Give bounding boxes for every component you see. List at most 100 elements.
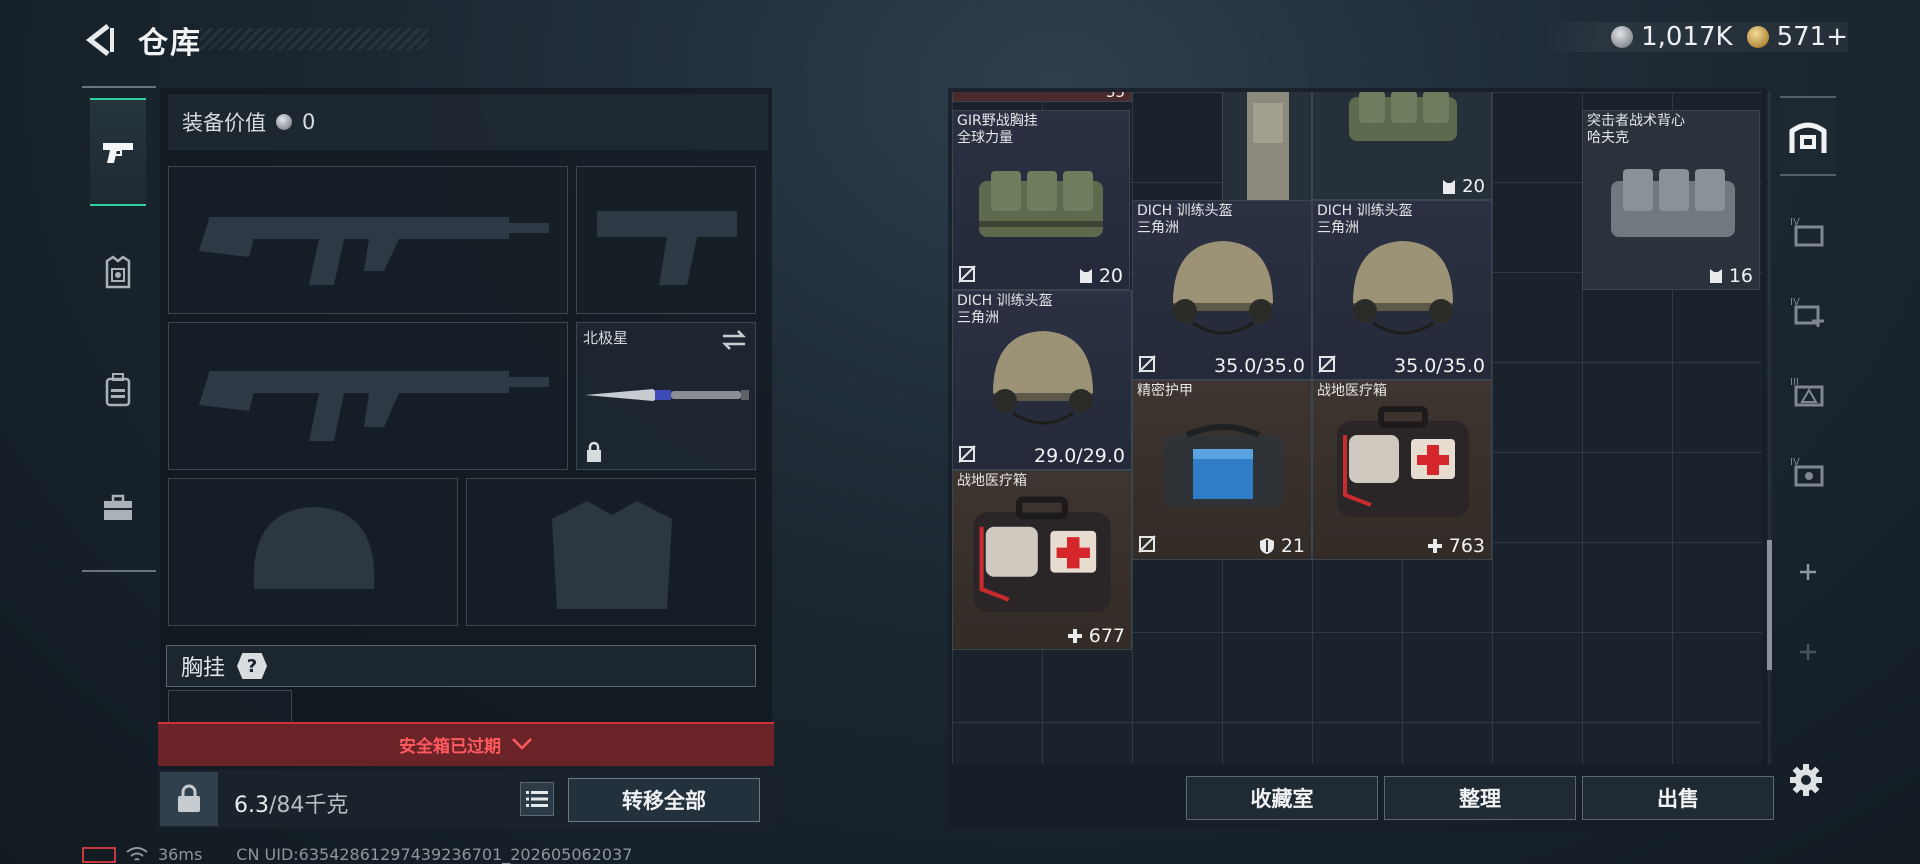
tab-case[interactable] — [90, 454, 146, 562]
tab-armor[interactable] — [90, 218, 146, 326]
uid-text: CN UID:63542861297439236701_202605062037 — [236, 845, 633, 864]
item-value: 677 — [1067, 625, 1125, 647]
organize-button[interactable]: 整理 — [1384, 776, 1576, 820]
warehouse-icon — [1789, 122, 1827, 153]
backpack-icon — [105, 373, 131, 407]
pistol-icon — [103, 143, 133, 163]
plus-icon — [1800, 644, 1816, 660]
camera-iv-icon: IV — [1790, 457, 1824, 487]
padlock-icon — [178, 784, 200, 812]
battery-icon — [82, 846, 116, 863]
partial-item-value: 35 — [1105, 92, 1125, 101]
item-dich-helmet-1[interactable]: DICH 训练头盔 三角洲 35.0/35.0 — [1132, 200, 1312, 380]
item-durability: 35.0/35.0 — [1213, 355, 1305, 377]
lock-icon — [587, 441, 601, 462]
item-durability: 29.0/29.0 — [1033, 445, 1125, 467]
tab-storage-iv-3[interactable]: IV — [1780, 432, 1836, 512]
transfer-all-button[interactable]: 转移全部 — [568, 778, 760, 822]
gold-coin-icon — [1746, 26, 1769, 48]
equipment-value: 0 — [302, 110, 316, 134]
settings-button[interactable] — [1788, 762, 1824, 802]
helmet-slot[interactable] — [168, 478, 458, 626]
rifle-silhouette-icon — [199, 217, 549, 285]
body-armor-slot[interactable] — [466, 478, 756, 626]
equipment-value-row: 装备价值 0 — [168, 94, 768, 150]
partial-item-top[interactable]: 35 — [952, 92, 1132, 102]
safebox-expired-bar[interactable]: 安全箱已过期 — [158, 722, 774, 766]
add-storage-button-disabled[interactable] — [1780, 612, 1836, 692]
chest-rig-label: 胸挂 — [181, 656, 226, 681]
back-arrow-icon — [85, 24, 114, 56]
vest-silhouette-icon — [552, 501, 672, 609]
wifi-icon — [126, 846, 148, 861]
swap-icon[interactable] — [721, 329, 747, 351]
chest-rig-row[interactable]: 胸挂 ? — [166, 645, 756, 687]
weight-readout: 6.3/84千克 — [234, 787, 348, 819]
item-assault-vest[interactable]: 突击者战术背心 哈夫克 16 — [1582, 110, 1760, 290]
rig-icon — [1709, 269, 1722, 283]
collection-room-button[interactable]: 收藏室 — [1186, 776, 1378, 820]
secondary-weapon-slot[interactable] — [576, 166, 756, 314]
back-button[interactable] — [80, 20, 120, 60]
loadout-tabbar — [82, 86, 156, 572]
chest-rig-slot[interactable] — [168, 690, 292, 726]
item-name: DICH 训练头盔 三角洲 — [1137, 203, 1233, 236]
item-green-rig[interactable]: 20 — [1312, 92, 1492, 200]
silver-coin-icon — [276, 114, 292, 130]
item-precision-armor[interactable]: 精密护甲 21 — [1132, 380, 1312, 560]
list-view-button[interactable] — [520, 782, 554, 816]
item-name: 战地医疗箱 — [1317, 383, 1387, 399]
item-value: 16 — [1709, 265, 1753, 287]
folder-iv-icon: IV — [1790, 217, 1824, 247]
tactical-vest-image — [1611, 169, 1735, 237]
melee-slot-label: 北极星 — [583, 329, 629, 347]
gear-icon — [1790, 764, 1822, 796]
storage-grid[interactable]: 35 GIR野战胸挂全球力量 20 24 — [952, 92, 1762, 764]
no-insure-icon — [1138, 535, 1156, 553]
tab-storage-iv-1[interactable]: IV — [1780, 192, 1836, 272]
secondary-rifle-slot[interactable] — [168, 322, 568, 470]
safebox-lock-button[interactable] — [160, 772, 218, 826]
item-dich-helmet-2[interactable]: DICH 训练头盔 三角洲 35.0/35.0 — [1312, 200, 1492, 380]
folder-add-iv-icon: IV — [1790, 297, 1824, 327]
chest-rig-image — [979, 171, 1103, 237]
status-bar: 36ms CN UID:63542861297439236701_2026050… — [82, 845, 632, 864]
helmet-silhouette-icon — [253, 507, 375, 589]
currency-gold[interactable]: 571+ — [1746, 22, 1848, 52]
no-insure-icon — [958, 445, 976, 463]
chest-rig-image — [1349, 92, 1457, 141]
item-field-medkit-1[interactable]: 战地医疗箱 763 — [1312, 380, 1492, 560]
storage-scrollbar-thumb[interactable] — [1767, 540, 1772, 670]
item-field-medkit-2[interactable]: 战地医疗箱 677 — [952, 470, 1132, 650]
item-dich-helmet-3[interactable]: DICH 训练头盔 三角洲 29.0/29.0 — [952, 290, 1132, 470]
silver-coin-icon — [1611, 26, 1634, 48]
no-insure-icon — [1138, 355, 1156, 373]
tab-storage-main[interactable] — [1780, 96, 1836, 176]
sell-button[interactable]: 出售 — [1582, 776, 1774, 820]
item-name: 突击者战术背心 哈夫克 — [1587, 113, 1685, 146]
primary-weapon-slot[interactable] — [168, 166, 568, 314]
tab-storage-iii[interactable]: III — [1780, 352, 1836, 432]
equipment-value-label: 装备价值 — [182, 111, 266, 135]
weight-current: 6.3 — [234, 793, 269, 818]
currency-gold-value: 571+ — [1776, 22, 1848, 52]
tab-weapons[interactable] — [90, 98, 146, 206]
item-name: DICH 训练头盔 三角洲 — [957, 293, 1053, 326]
chest-rig-help-badge[interactable]: ? — [237, 653, 268, 679]
add-storage-button[interactable] — [1780, 532, 1836, 612]
medkit-image — [973, 496, 1111, 613]
no-insure-icon — [958, 265, 976, 283]
plus-icon — [1800, 564, 1816, 580]
tab-backpack[interactable] — [90, 336, 146, 444]
item-name: DICH 训练头盔 三角洲 — [1317, 203, 1413, 236]
storage-tabs: IV IV III IV — [1780, 96, 1836, 736]
melee-slot[interactable]: 北极星 — [576, 322, 756, 470]
ping-value: 36ms — [158, 845, 203, 864]
plus-icon — [1067, 629, 1082, 643]
helmet-image — [1353, 241, 1453, 335]
tab-storage-iv-2[interactable]: IV — [1780, 272, 1836, 352]
list-icon — [526, 791, 548, 807]
item-gir-chest-rig[interactable]: GIR野战胸挂 全球力量 20 — [952, 110, 1130, 290]
currency-silver[interactable]: 1,017K — [1611, 22, 1733, 52]
plus-icon — [1427, 539, 1442, 553]
